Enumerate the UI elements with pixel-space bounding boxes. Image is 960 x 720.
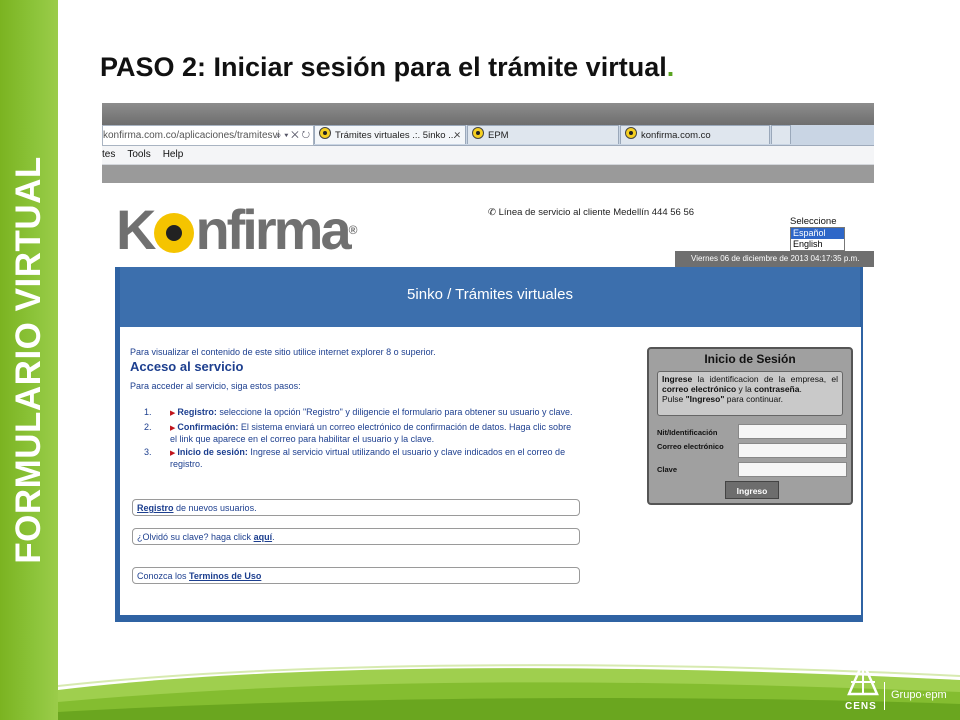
note-text: .	[799, 384, 802, 394]
language-select[interactable]: Español English	[790, 227, 845, 251]
password-input[interactable]	[738, 462, 847, 477]
tab-epm[interactable]: EPM	[467, 125, 619, 144]
embedded-screenshot: konfirma.com.co/aplicaciones/tramitesvi …	[102, 103, 874, 625]
olvido-text: ¿Olvidó su clave? haga click	[137, 532, 254, 542]
phone-text: Línea de servicio al cliente Medellín 44…	[498, 207, 695, 218]
note-bold: contraseña	[754, 384, 800, 394]
close-tab-icon[interactable]: ✕	[453, 126, 461, 144]
note-text: para continuar.	[724, 394, 783, 404]
language-option-english[interactable]: English	[791, 239, 844, 250]
correo-label: Correo electrónico	[657, 442, 724, 451]
step-item: 1. ▶ Registro: seleccione la opción "Regis…	[144, 407, 574, 420]
arrow-right-icon: ▶	[170, 424, 176, 432]
konfirma-logo[interactable]: Knfirma®	[116, 198, 358, 261]
step-number: 1.	[144, 407, 152, 417]
nit-label: Nit/Identificación	[657, 428, 718, 437]
side-label: FORMULARIO VIRTUAL	[9, 156, 48, 564]
page-title: PASO 2: Iniciar sesión para el trámite v…	[100, 52, 675, 82]
logo-text-left: K	[116, 198, 156, 261]
cens-logo-icon	[847, 660, 879, 696]
step-item: 3. ▶ Inicio de sesión: Ingrese al servicio…	[144, 447, 574, 470]
konfirma-favicon-icon	[472, 127, 484, 139]
terminos-box: Conozca los Terminos de Uso	[132, 567, 580, 584]
browser-chrome	[102, 103, 874, 125]
acceso-heading: Acceso al servicio	[130, 359, 244, 374]
phone-icon: ✆	[488, 207, 499, 218]
email-input[interactable]	[738, 443, 847, 458]
terminos-text: Conozca los	[137, 571, 190, 581]
ingreso-button[interactable]: Ingreso	[725, 481, 779, 499]
address-bar[interactable]: konfirma.com.co/aplicaciones/tramitesvi …	[102, 125, 314, 146]
step-title: Registro:	[177, 407, 217, 417]
tab-label: Trámites virtuales .:. 5inko ...	[335, 130, 457, 141]
step-item: 2. ▶ Confirmación: El sistema enviará un c…	[144, 422, 574, 445]
tab-label: EPM	[488, 130, 509, 141]
menu-item-tools-partial[interactable]: tes	[102, 149, 115, 160]
login-instructions: Ingrese la identificacion de la empresa,…	[657, 371, 843, 416]
note-bold: "Ingreso"	[685, 394, 725, 404]
login-title: Inicio de Sesión	[704, 352, 796, 366]
browser-requirement-note: Para visualizar el contenido de este sit…	[130, 347, 436, 357]
address-url: konfirma.com.co/aplicaciones/tramitesvi	[103, 130, 280, 141]
web-page: Knfirma® ✆ Línea de servicio al cliente …	[102, 183, 874, 625]
note-text: la identificacion de la empresa, el	[692, 374, 838, 384]
note-bold: correo electrónico	[662, 384, 737, 394]
registro-link[interactable]: Registro	[137, 503, 174, 513]
registro-text: de nuevos usuarios.	[173, 503, 257, 513]
main-frame: 5inko / Trámites virtuales Para visualiz…	[115, 267, 863, 622]
frame-header: 5inko / Trámites virtuales	[120, 267, 860, 327]
login-panel: Inicio de Sesión Ingrese la identificaci…	[647, 347, 853, 505]
address-tools-icon[interactable]: ⌕ ▾ ✕ ↻	[276, 126, 310, 145]
olvido-period: .	[272, 532, 275, 542]
frame-body: Para visualizar el contenido de este sit…	[120, 327, 861, 615]
tab-label: konfirma.com.co	[641, 130, 711, 141]
grupo-epm-label: Grupo·epm	[891, 689, 947, 701]
arrow-right-icon: ▶	[170, 449, 176, 457]
olvido-box: ¿Olvidó su clave? haga click aquí.	[132, 528, 580, 545]
bottom-swoosh	[58, 664, 960, 720]
step-number: 3.	[144, 446, 152, 457]
registro-box: Registro de nuevos usuarios.	[132, 499, 580, 516]
menu-item-tools[interactable]: Tools	[127, 149, 150, 160]
tab-bar: konfirma.com.co/aplicaciones/tramitesvi …	[102, 125, 874, 146]
menu-item-help[interactable]: Help	[163, 149, 184, 160]
tab-tramites[interactable]: Trámites virtuales .:. 5inko ... ✕	[314, 125, 466, 144]
note-bold: Ingrese	[662, 374, 693, 384]
acceso-intro: Para acceder al servicio, siga estos pas…	[130, 381, 301, 391]
olvido-link[interactable]: aquí	[254, 532, 273, 542]
tab-konfirma[interactable]: konfirma.com.co	[620, 125, 770, 144]
note-text: y la	[736, 384, 755, 394]
new-tab-button[interactable]	[771, 125, 791, 144]
step-text: seleccione la opción "Registro" y dilige…	[216, 407, 573, 417]
toolbar-strip	[102, 165, 874, 183]
nit-input[interactable]	[738, 424, 847, 439]
note-text: Pulse	[662, 394, 686, 404]
language-option-spanish[interactable]: Español	[791, 228, 844, 239]
arrow-right-icon: ▶	[170, 410, 176, 417]
konfirma-favicon-icon	[319, 127, 331, 139]
step-title: Confirmación:	[177, 421, 239, 432]
terminos-link[interactable]: Terminos de Uso	[189, 571, 261, 581]
menu-bar: tes Tools Help	[102, 146, 874, 165]
logo-text-right: nfirma	[195, 198, 351, 261]
konfirma-favicon-icon	[625, 127, 637, 139]
step-number: 2.	[144, 421, 152, 432]
logo-registered-mark: ®	[348, 223, 358, 237]
language-label: Seleccione	[790, 216, 837, 227]
footer-divider	[884, 682, 885, 710]
steps-list: 1. ▶ Registro: seleccione la opción "Regis…	[144, 407, 574, 472]
cens-label: CENS	[845, 701, 877, 712]
date-bar: Viernes 06 de diciembre de 2013 04:17:35…	[675, 251, 874, 267]
eye-logo-icon	[154, 213, 195, 253]
customer-service-phone: ✆ Línea de servicio al cliente Medellín …	[488, 207, 694, 218]
title-dot: .	[666, 52, 675, 82]
clave-label: Clave	[657, 465, 678, 474]
step-title: Inicio de sesión:	[177, 446, 248, 457]
